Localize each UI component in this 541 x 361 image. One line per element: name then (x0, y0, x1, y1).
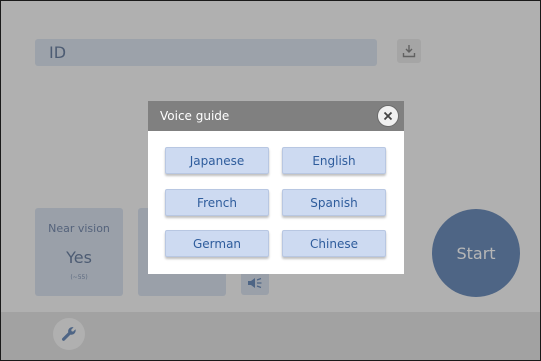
language-chinese-button[interactable]: Chinese (282, 230, 386, 257)
language-french-button[interactable]: French (165, 189, 269, 216)
close-icon (383, 111, 393, 121)
dialog-title: Voice guide (160, 109, 230, 123)
voice-guide-dialog: Voice guide Japanese English French Span… (148, 101, 404, 274)
app-window: ID Near vision Yes (~55) Start Voice gu (0, 0, 541, 361)
language-german-button[interactable]: German (165, 230, 269, 257)
close-button[interactable] (377, 105, 399, 127)
language-japanese-button[interactable]: Japanese (165, 147, 269, 174)
language-spanish-button[interactable]: Spanish (282, 189, 386, 216)
language-english-button[interactable]: English (282, 147, 386, 174)
dialog-header: Voice guide (148, 101, 404, 131)
